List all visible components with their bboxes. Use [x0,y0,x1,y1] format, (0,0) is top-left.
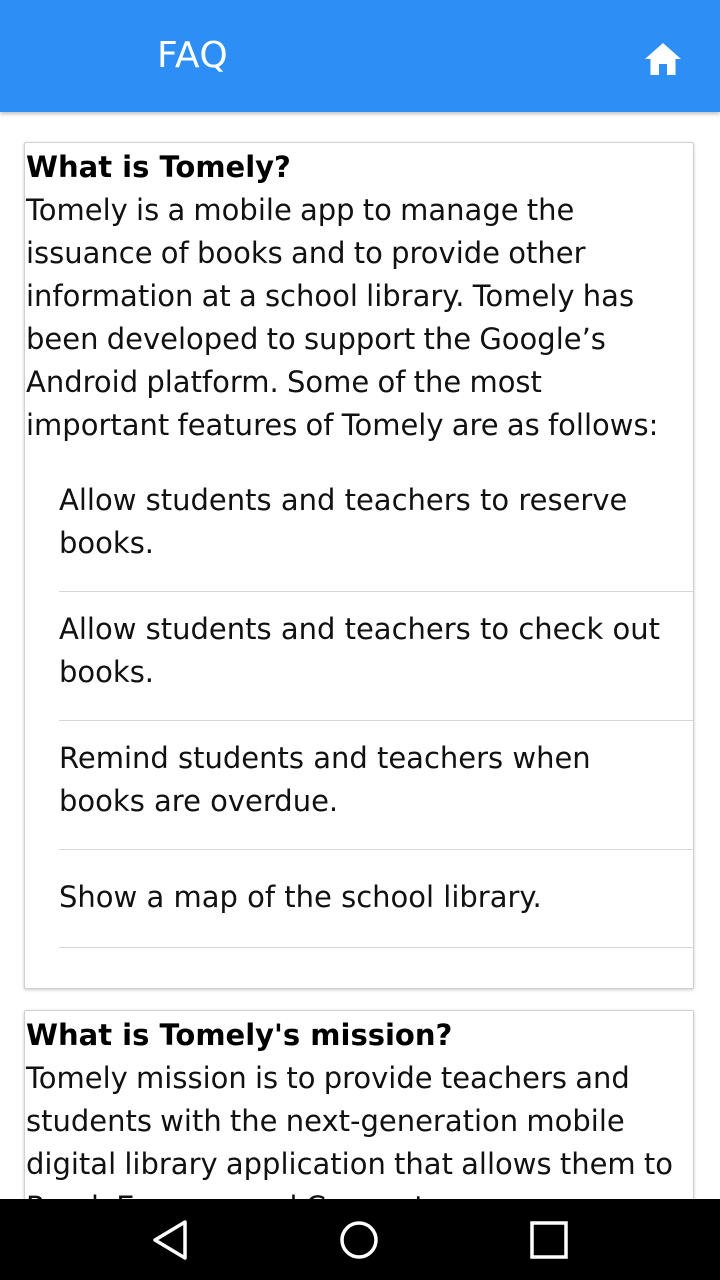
faq-question: What is Tomely's mission? [26,1018,453,1052]
faq-answer: Tomely is a mobile app to manage the iss… [26,193,659,442]
feature-list: Allow students and teachers to reserve b… [59,471,693,948]
feature-list-item: Allow students and teachers to reserve b… [59,471,693,592]
faq-answer: Tomely mission is to provide teachers an… [26,1061,674,1199]
home-button[interactable] [632,28,694,90]
feature-list-item: Remind students and teachers when books … [59,721,693,850]
faq-question: What is Tomely? [26,150,291,184]
home-circle-icon [340,1221,378,1259]
recents-button[interactable] [524,1215,574,1265]
feature-list-item: Allow students and teachers to check out… [59,592,693,721]
page-title: FAQ [157,35,229,76]
app-bar: FAQ [0,0,720,112]
home-nav-button[interactable] [334,1215,384,1265]
faq-scroll-area[interactable]: What is Tomely? Tomely is a mobile app t… [0,112,720,1199]
home-icon [645,43,681,75]
recents-square-icon [530,1221,568,1259]
system-navigation-bar [0,1199,720,1280]
faq-card-mission: What is Tomely's mission? Tomely mission… [24,1010,694,1199]
app-screen: FAQ What is Tomely? Tomely is a mobile a… [0,0,720,1280]
back-triangle-icon [153,1220,187,1260]
faq-card-what-is-tomely: What is Tomely? Tomely is a mobile app t… [24,142,694,989]
back-button[interactable] [145,1215,195,1265]
feature-list-item: Show a map of the school library. [59,850,693,948]
